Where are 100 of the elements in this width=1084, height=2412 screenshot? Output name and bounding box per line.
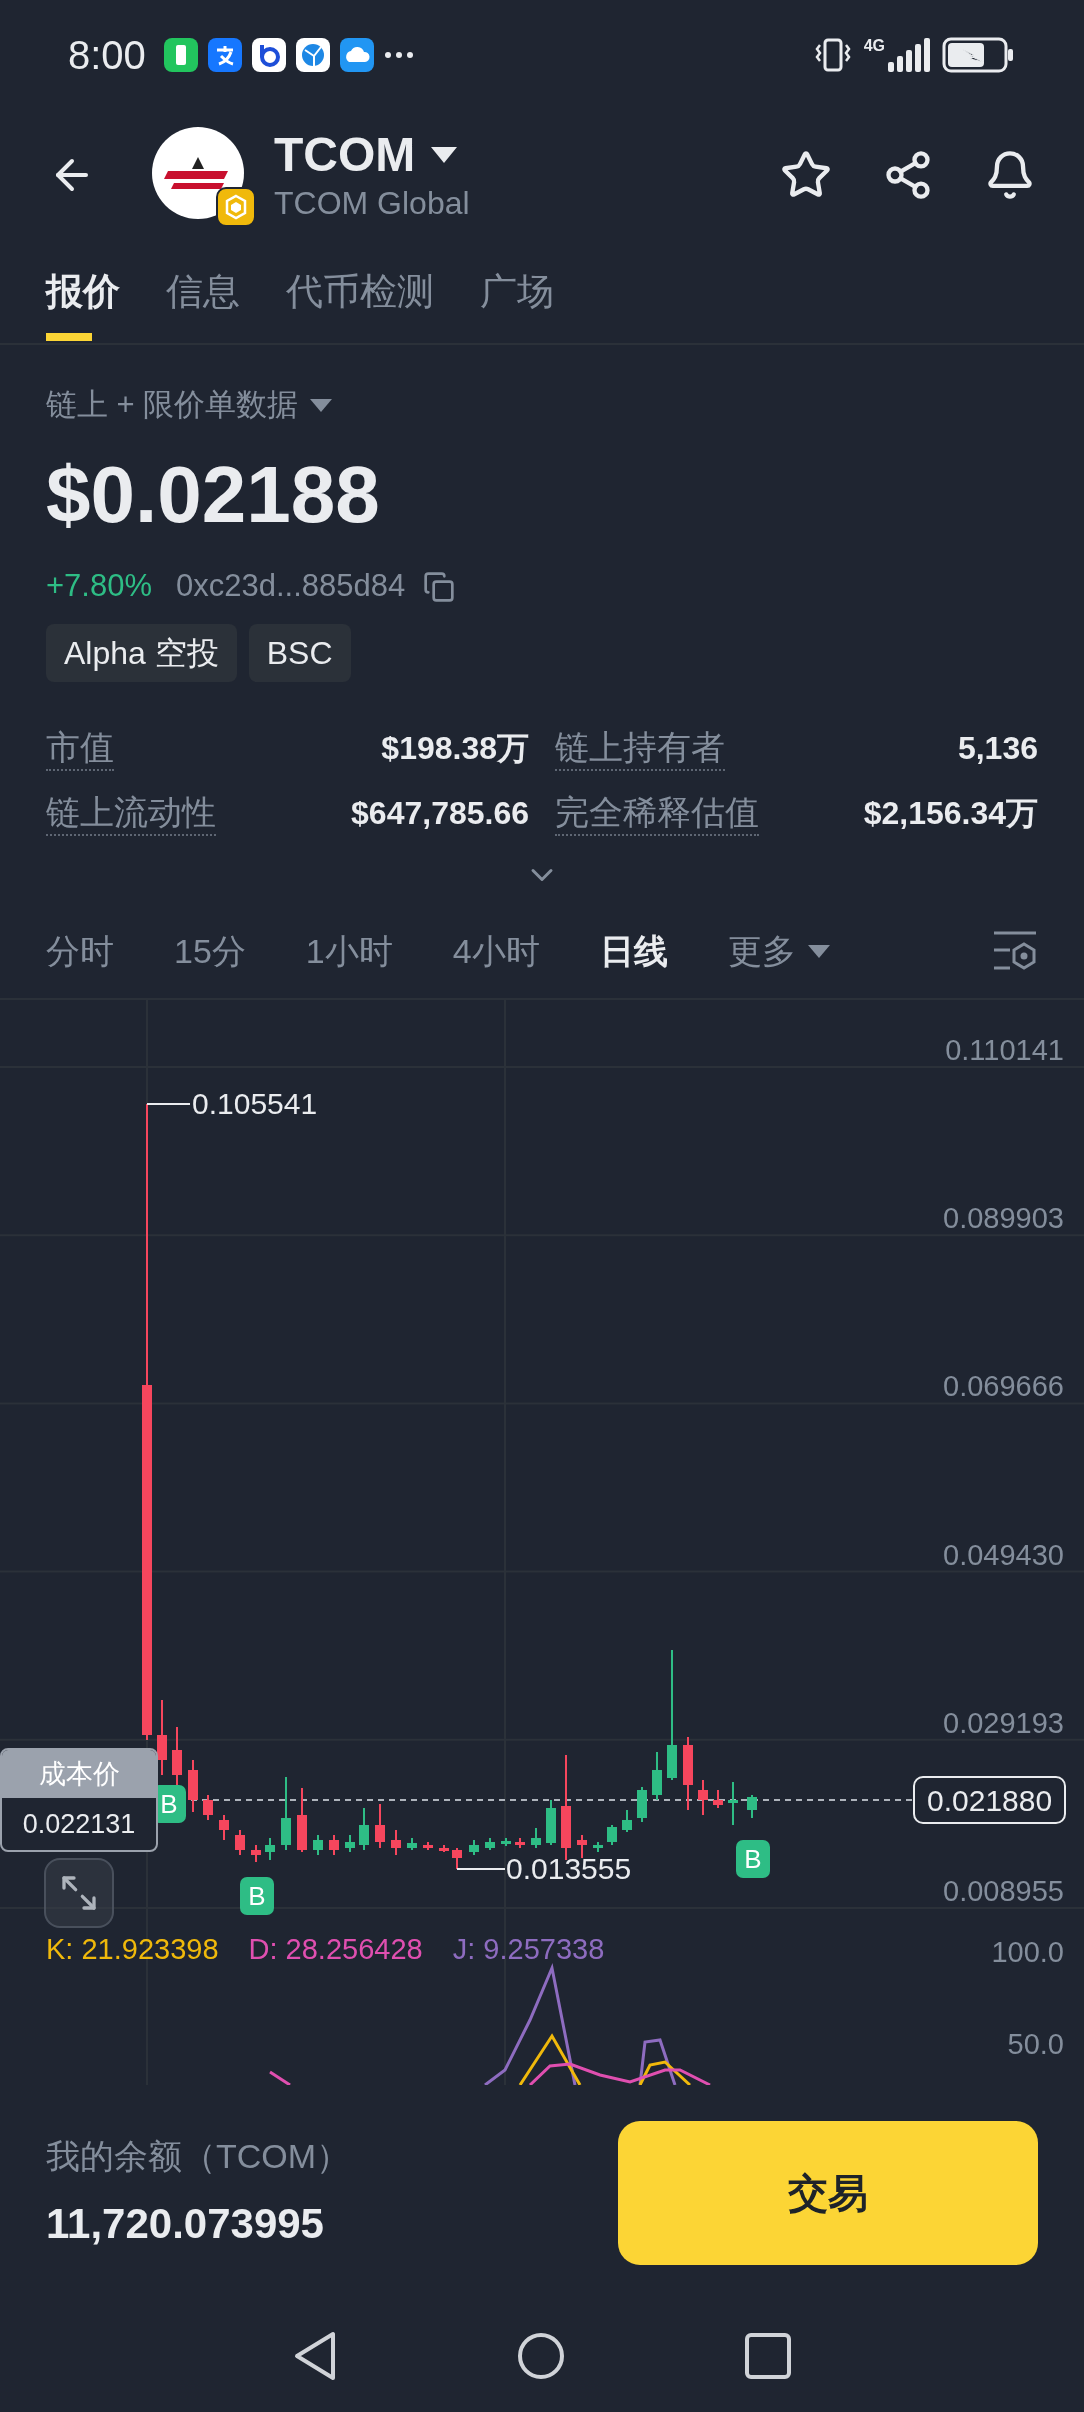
candlestick: [747, 1794, 757, 1819]
balance-value: 11,720.073995: [46, 2198, 325, 2249]
buy-marker: B: [240, 1877, 274, 1915]
candlestick: [345, 1834, 355, 1853]
notification-icon: [163, 38, 198, 72]
caret-icon: [807, 945, 830, 958]
stat-value: $2,156.34万: [863, 793, 1038, 833]
candlestick: [407, 1837, 417, 1851]
stat-value: 5,136: [957, 728, 1038, 768]
price: $0.02188: [46, 449, 380, 541]
chain-badge-icon: [216, 187, 256, 227]
stat-value: $198.38万: [381, 728, 529, 768]
low-price-label: 0.013555: [506, 1852, 632, 1886]
trade-button[interactable]: 交易: [618, 2120, 1038, 2265]
timeframe-tab[interactable]: 1小时: [305, 926, 393, 977]
network-type: 4G: [863, 38, 885, 54]
axis-label: 0.089903: [943, 1201, 1064, 1236]
candlestick: [375, 1803, 385, 1849]
stat-label[interactable]: 链上流动性: [46, 789, 216, 836]
candlestick: [439, 1844, 449, 1853]
stat-value: $647,785.66: [351, 793, 529, 833]
candlestick: [593, 1841, 603, 1853]
candlestick: [313, 1834, 323, 1856]
candlestick: [607, 1824, 617, 1846]
token-name: TCOM Global: [274, 184, 470, 223]
candlestick: [359, 1807, 369, 1851]
leader-line: [456, 1868, 506, 1870]
contract-address: 0xc23d...885d84: [176, 567, 406, 606]
candlestick: [577, 1834, 587, 1859]
tab[interactable]: 广场: [480, 240, 554, 343]
current-price-label: 0.021880: [913, 1776, 1067, 1824]
stat-label[interactable]: 市值: [46, 724, 114, 771]
axis-label: 100.0: [991, 1935, 1064, 1969]
candlestick: [531, 1827, 541, 1849]
timeframe-tab[interactable]: 更多: [727, 926, 830, 977]
notification-icon: [251, 38, 286, 72]
stat-label[interactable]: 链上持有者: [555, 724, 725, 771]
vibrate-icon: [813, 37, 852, 73]
candlestick: [391, 1829, 401, 1856]
candlestick: [698, 1779, 708, 1816]
tab[interactable]: 报价: [46, 240, 120, 343]
timeframe-tab[interactable]: 15分: [174, 926, 246, 977]
home-nav-icon[interactable]: [517, 2332, 565, 2380]
indicator-value: K: 21.923398: [46, 1932, 219, 1967]
candlestick: [652, 1751, 662, 1801]
clock: 8:00: [68, 32, 146, 79]
axis-label: 0.029193: [943, 1705, 1064, 1740]
cost-price-label: 成本价: [2, 1750, 156, 1798]
axis-label: 0.069666: [943, 1369, 1064, 1404]
notification-icon: [295, 38, 330, 72]
tag: BSC: [248, 624, 351, 682]
indicator-value: D: 28.256428: [248, 1932, 423, 1967]
price-change: +7.80%: [46, 567, 152, 606]
stat-label[interactable]: 完全稀释估值: [555, 789, 759, 836]
notification-icon: [339, 38, 374, 72]
axis-label: 0.110141: [945, 1033, 1064, 1067]
candlestick: [546, 1799, 556, 1846]
more-icon: [383, 51, 414, 59]
high-price-label: 0.105541: [192, 1087, 318, 1121]
signal-icon: [888, 38, 930, 72]
candlestick: [297, 1787, 307, 1853]
token-symbol[interactable]: TCOM: [274, 127, 416, 183]
balance-label: 我的余额（TCOM）: [46, 2135, 351, 2177]
candlestick: [713, 1789, 723, 1809]
notification-icon: [207, 38, 242, 72]
indicator-value: J: 9.257338: [452, 1932, 605, 1967]
candlestick: [235, 1829, 245, 1856]
buy-marker: B: [736, 1840, 770, 1878]
tab[interactable]: 代币检测: [286, 240, 434, 343]
timeframe-tab[interactable]: 4小时: [452, 926, 540, 977]
candlestick: [188, 1759, 198, 1813]
back-nav-icon[interactable]: [293, 2331, 337, 2381]
expand-icon: [59, 1873, 99, 1913]
axis-label: 50.0: [1007, 2027, 1064, 2061]
candlestick: [622, 1809, 632, 1833]
axis-label: 0.008955: [943, 1874, 1064, 1908]
candlestick: [329, 1834, 339, 1856]
candlestick: [485, 1837, 495, 1851]
candlestick: [251, 1844, 261, 1863]
timeframe-tab[interactable]: 分时: [46, 926, 114, 977]
candlestick: [501, 1837, 511, 1847]
fullscreen-button[interactable]: [44, 1858, 114, 1928]
cost-price-value: 0.022131: [21, 1807, 137, 1841]
caret-icon[interactable]: [431, 147, 458, 163]
axis-label: 0.049430: [943, 1537, 1064, 1572]
candlestick: [265, 1837, 275, 1861]
candlestick: [452, 1847, 462, 1870]
candlestick: [469, 1839, 479, 1856]
tab-indicator: [46, 333, 92, 341]
candlestick: [219, 1814, 229, 1841]
candlestick: [637, 1786, 647, 1823]
candlestick: [203, 1794, 213, 1821]
copy-icon[interactable]: [423, 570, 456, 603]
leader-line: [146, 1103, 191, 1105]
tab[interactable]: 信息: [166, 240, 240, 343]
data-source-selector[interactable]: 链上 + 限价单数据: [46, 381, 299, 429]
timeframe-tab[interactable]: 日线: [599, 926, 668, 977]
candlestick: [515, 1837, 525, 1849]
candlestick: [728, 1781, 738, 1826]
recents-nav-icon[interactable]: [745, 2333, 791, 2379]
